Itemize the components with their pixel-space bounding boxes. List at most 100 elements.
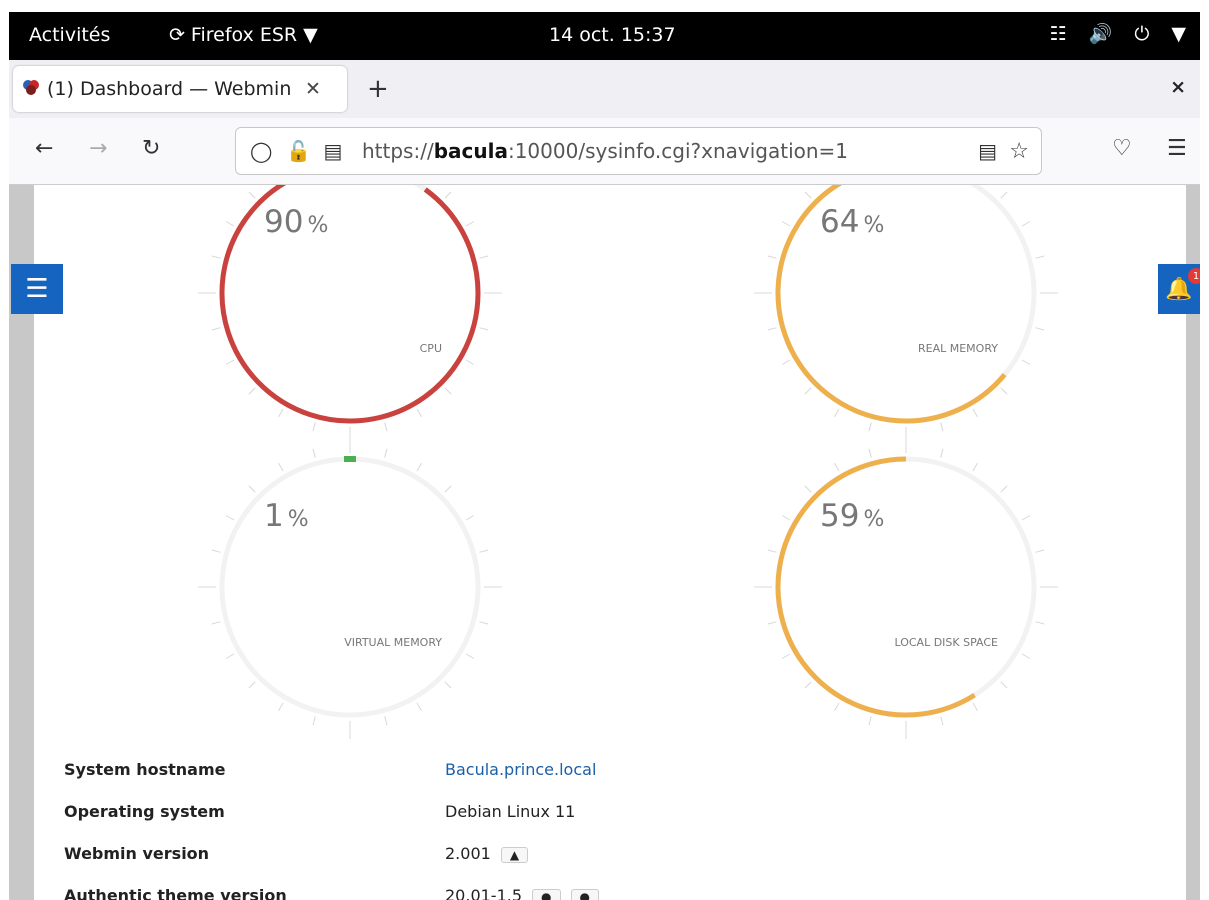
- gauge-tick: [781, 359, 791, 365]
- gauge-tick: [416, 408, 422, 418]
- page-viewport: 90% CPU 64% REAL MEMORY 1% VIRTUAL MEMORY 59% L…: [9, 185, 1200, 900]
- gauge-tick: [868, 448, 872, 458]
- menu-toggle-button[interactable]: ☰: [11, 264, 63, 314]
- gauge-tick: [465, 653, 475, 659]
- pocket-icon[interactable]: ♡: [1112, 136, 1132, 161]
- gauge-tick: [416, 702, 422, 712]
- tab-strip: (1) Dashboard — Webmin ✕ + ×: [9, 60, 1200, 119]
- gauge-tick: [248, 191, 256, 199]
- gauge-tick: [211, 621, 221, 625]
- gauge-tick: [868, 716, 872, 726]
- gauge-tick: [416, 462, 422, 472]
- hostname-label: System hostname: [64, 760, 226, 779]
- tab-dashboard[interactable]: (1) Dashboard — Webmin ✕: [13, 66, 347, 112]
- url-text[interactable]: https://bacula:10000/sysinfo.cgi?xnaviga…: [362, 139, 848, 163]
- gauge-tick: [834, 462, 840, 472]
- app-menu[interactable]: ⟳ Firefox ESR ▼: [169, 24, 318, 46]
- gauge-tick: [384, 422, 388, 432]
- gauge-tick: [767, 255, 777, 259]
- firefox-icon: ⟳: [169, 24, 185, 46]
- gauge-tick: [1035, 327, 1045, 331]
- gauge-tick: [804, 681, 812, 689]
- gauge-tick: [972, 462, 978, 472]
- webmin-favicon-icon: [21, 77, 41, 102]
- gauge-tick: [1000, 191, 1008, 199]
- gauge-arc: [775, 456, 976, 718]
- shield-icon[interactable]: ◯: [250, 139, 272, 163]
- activities-button[interactable]: Activités: [29, 24, 110, 46]
- gauge-tick: [940, 448, 944, 458]
- theme-settings-icon[interactable]: ●: [570, 888, 599, 900]
- navigation-bar: ← → ↻ ◯ 🔓 ▤ https://bacula:10000/sysinfo…: [9, 118, 1200, 185]
- lock-warning-icon[interactable]: 🔓: [286, 139, 311, 163]
- gauge-tick: [465, 359, 475, 365]
- gauge-tick: [312, 448, 316, 458]
- gauge-percent: 90%: [264, 204, 328, 240]
- hostname-link[interactable]: Bacula.prince.local: [445, 760, 596, 779]
- forward-arrow-icon[interactable]: →: [89, 136, 107, 161]
- gauge-tick: [804, 485, 812, 493]
- gauge-tick: [1035, 255, 1045, 259]
- reload-icon[interactable]: ↻: [142, 136, 160, 161]
- gauges-svg: 90 % CPU 64 % REAL MEMORY 1 % VIRTUAL MEMORY 59 % L…: [198, 185, 1058, 739]
- gauge-tick: [479, 549, 489, 553]
- gauge-tick: [767, 327, 777, 331]
- gauge-tick: [248, 387, 256, 395]
- gauge-tick: [211, 255, 221, 259]
- theme-info-icon[interactable]: ●: [532, 888, 561, 900]
- theme-version-value: 20.01-1.5 ● ●: [445, 886, 599, 900]
- back-arrow-icon[interactable]: ←: [35, 136, 53, 161]
- gauge-tick: [225, 359, 235, 365]
- gauge-tick: [444, 681, 452, 689]
- notification-badge: 1: [1188, 268, 1200, 284]
- tab-close-icon[interactable]: ✕: [305, 78, 321, 100]
- power-icon: ⏻: [1134, 22, 1150, 45]
- system-menu[interactable]: ☷ 🔊 ⏻ ▼: [1050, 22, 1186, 46]
- gauge-local-disk-space: 59 % LOCAL DISK SPACE: [754, 435, 1058, 739]
- close-window-button[interactable]: ×: [1170, 76, 1186, 98]
- reader-view-icon[interactable]: ▤: [978, 139, 997, 163]
- notifications-button[interactable]: 🔔 1: [1158, 264, 1200, 314]
- table-row: Operating system Debian Linux 11: [64, 802, 864, 832]
- gauge-tick: [384, 448, 388, 458]
- gauge-tick: [248, 485, 256, 493]
- webmin-version-value: 2.001 ▲: [445, 844, 529, 863]
- gauge-tick: [1021, 359, 1031, 365]
- gauge-tick: [479, 621, 489, 625]
- gauge-tick: [384, 716, 388, 726]
- gauge-tick: [465, 515, 475, 521]
- gnome-top-bar: Activités ⟳ Firefox ESR ▼ 14 oct. 15:37 …: [9, 12, 1200, 60]
- gauge-tick: [444, 191, 452, 199]
- gauge-tick: [1035, 549, 1045, 553]
- gauge-tick: [479, 327, 489, 331]
- os-value: Debian Linux 11: [445, 802, 576, 821]
- changelog-icon[interactable]: ▲: [500, 846, 529, 863]
- app-name: Firefox ESR: [190, 24, 298, 46]
- gauge-arc: [775, 185, 1007, 424]
- gauge-tick: [444, 485, 452, 493]
- gauge-label: VIRTUAL MEMORY: [344, 636, 442, 649]
- clock[interactable]: 14 oct. 15:37: [549, 24, 676, 46]
- gauge-tick: [972, 702, 978, 712]
- tab-title: (1) Dashboard — Webmin: [47, 78, 292, 100]
- new-tab-button[interactable]: +: [367, 74, 389, 104]
- gauge-tick: [804, 387, 812, 395]
- gauge-tick: [781, 515, 791, 521]
- permissions-icon[interactable]: ▤: [322, 139, 344, 163]
- gauge-tick: [211, 327, 221, 331]
- hamburger-menu-icon[interactable]: ☰: [1167, 136, 1187, 161]
- gauge-tick: [225, 221, 235, 227]
- gauge-tick: [479, 255, 489, 259]
- gauge-tick: [225, 515, 235, 521]
- gauge-tick: [278, 462, 284, 472]
- url-bar[interactable]: ◯ 🔓 ▤ https://bacula:10000/sysinfo.cgi?x…: [235, 127, 1042, 175]
- gauge-percent: 1%: [264, 498, 309, 534]
- gauge-tick: [1021, 653, 1031, 659]
- gauge-real-memory: 64 % REAL MEMORY: [754, 185, 1058, 445]
- gauge-tick: [834, 702, 840, 712]
- bookmark-star-icon[interactable]: ☆: [1009, 139, 1029, 164]
- gauge-tick: [1000, 485, 1008, 493]
- gauge-tick: [767, 621, 777, 625]
- webmin-version-label: Webmin version: [64, 844, 210, 863]
- table-row: System hostname Bacula.prince.local: [64, 760, 864, 790]
